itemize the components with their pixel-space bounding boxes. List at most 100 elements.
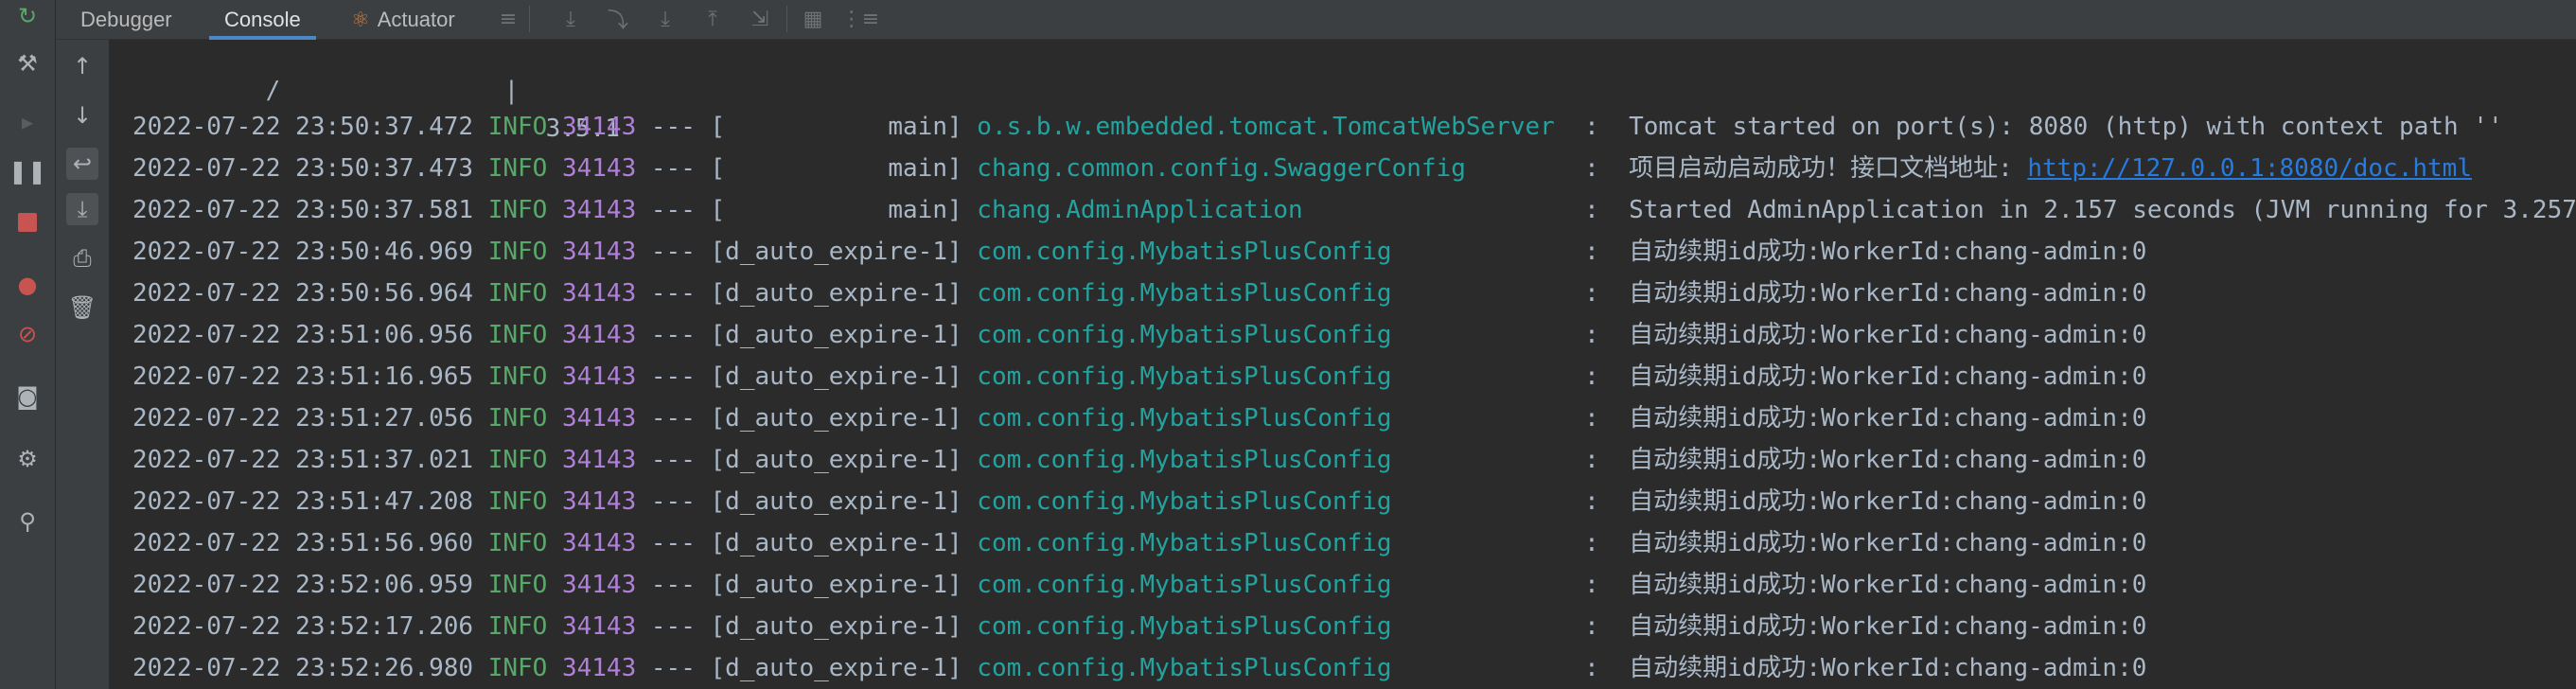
log-separator: ---: [650, 321, 696, 349]
log-separator: ---: [650, 279, 696, 308]
gear-icon[interactable]: ⚙: [13, 445, 42, 473]
log-pid: 34143: [561, 113, 637, 141]
scroll-down-icon[interactable]: ↓: [66, 99, 98, 132]
tab-debugger[interactable]: Debugger: [80, 0, 172, 39]
stop-icon[interactable]: [13, 208, 42, 237]
log-line: 2022-07-22 23:51:37.021 INFO 34143 --- […: [132, 439, 2146, 481]
log-message: 自动续期id成功:WorkerId:chang-admin:0: [1629, 279, 2147, 308]
tab-actuator-label: Actuator: [377, 7, 455, 31]
evaluate-expression-icon[interactable]: ▦: [798, 4, 828, 34]
log-separator: ---: [650, 612, 696, 641]
log-colon: :: [1584, 404, 1599, 433]
console-output[interactable]: / | 3.5.1 2022-07-22 23:50:37.472 INFO 3…: [110, 40, 2576, 689]
debug-tab-bar: Debugger Console ⚛ Actuator ≡ ⤓ ⤵ ⤓ ⤒ ⇲ …: [56, 0, 2576, 40]
log-timestamp: 2022-07-22 23:52:17.206: [132, 612, 474, 641]
log-colon: :: [1584, 362, 1599, 391]
log-message: 自动续期id成功:WorkerId:chang-admin:0: [1629, 654, 2147, 682]
log-colon: :: [1584, 571, 1599, 599]
log-logger: com.config.MybatisPlusConfig: [977, 446, 1570, 474]
rerun-icon[interactable]: ↻: [13, 2, 42, 30]
log-level: INFO: [487, 238, 548, 266]
log-timestamp: 2022-07-22 23:50:37.472: [132, 113, 474, 141]
log-thread: [d_auto_expire-1]: [710, 446, 962, 474]
log-colon: :: [1584, 446, 1599, 474]
log-logger: com.config.MybatisPlusConfig: [977, 487, 1570, 516]
trace-stream-icon[interactable]: ⋮≡: [841, 4, 879, 34]
soft-wrap-icon[interactable]: ↩: [66, 148, 98, 180]
log-level: INFO: [487, 196, 548, 224]
pin-icon[interactable]: ⚲: [13, 507, 42, 536]
layout-menu-icon[interactable]: ≡: [493, 4, 523, 34]
log-separator: ---: [650, 529, 696, 557]
log-logger: chang.common.config.SwaggerConfig: [977, 154, 1570, 183]
spring-version: 3.5.1: [486, 66, 620, 143]
log-colon: :: [1584, 113, 1599, 141]
wrench-icon[interactable]: ⚒: [13, 49, 42, 78]
log-level: INFO: [487, 279, 548, 308]
log-thread: [d_auto_expire-1]: [710, 529, 962, 557]
show-execution-point-icon[interactable]: ⤓: [556, 4, 586, 34]
log-thread: [d_auto_expire-1]: [710, 654, 962, 682]
log-logger: com.config.MybatisPlusConfig: [977, 362, 1570, 391]
log-level: INFO: [487, 113, 548, 141]
log-pid: 34143: [561, 487, 637, 516]
log-timestamp: 2022-07-22 23:51:56.960: [132, 529, 474, 557]
step-over-icon[interactable]: ⤵: [603, 4, 633, 34]
step-into-icon[interactable]: ⤓: [650, 4, 680, 34]
log-colon: :: [1584, 529, 1599, 557]
log-logger: com.config.MybatisPlusConfig: [977, 612, 1570, 641]
tab-debugger-label: Debugger: [80, 7, 172, 31]
log-separator: ---: [650, 154, 696, 183]
log-message: 自动续期id成功:WorkerId:chang-admin:0: [1629, 404, 2147, 433]
banner-fragment-left: /: [265, 77, 281, 105]
log-level: INFO: [487, 321, 548, 349]
run-to-cursor-icon[interactable]: ⇲: [745, 4, 775, 34]
log-level: INFO: [487, 154, 548, 183]
log-message: 自动续期id成功:WorkerId:chang-admin:0: [1629, 529, 2147, 557]
tab-actuator[interactable]: ⚛ Actuator: [351, 0, 455, 39]
log-thread: [ main]: [710, 196, 962, 224]
log-line: 2022-07-22 23:51:47.208 INFO 34143 --- […: [132, 481, 2146, 522]
doc-link[interactable]: http://127.0.0.1:8080/doc.html: [2027, 154, 2472, 183]
log-logger: o.s.b.w.embedded.tomcat.TomcatWebServer: [977, 113, 1570, 141]
log-message: 项目启动启动成功！接口文档地址:: [1629, 154, 2028, 183]
log-thread: [ main]: [710, 154, 962, 183]
log-timestamp: 2022-07-22 23:50:46.969: [132, 238, 474, 266]
resume-icon[interactable]: ▸: [13, 108, 42, 136]
log-logger: com.config.MybatisPlusConfig: [977, 321, 1570, 349]
log-timestamp: 2022-07-22 23:51:47.208: [132, 487, 474, 516]
log-separator: ---: [650, 446, 696, 474]
log-thread: [d_auto_expire-1]: [710, 321, 962, 349]
console-actions-bar: ↑ ↓ ↩ ⤓ ⎙ 🗑: [56, 40, 109, 689]
log-message: 自动续期id成功:WorkerId:chang-admin:0: [1629, 238, 2147, 266]
log-pid: 34143: [561, 154, 637, 183]
log-timestamp: 2022-07-22 23:50:56.964: [132, 279, 474, 308]
view-breakpoints-icon[interactable]: ●: [13, 271, 42, 299]
log-timestamp: 2022-07-22 23:52:06.959: [132, 571, 474, 599]
pause-icon[interactable]: ❚❚: [9, 157, 46, 186]
log-logger: com.config.MybatisPlusConfig: [977, 279, 1570, 308]
mute-breakpoints-icon[interactable]: ⊘: [13, 320, 42, 348]
tab-console-label: Console: [224, 7, 301, 31]
log-thread: [d_auto_expire-1]: [710, 362, 962, 391]
camera-icon[interactable]: ◙: [13, 382, 42, 411]
log-pid: 34143: [561, 404, 637, 433]
log-line: 2022-07-22 23:52:26.980 INFO 34143 --- […: [132, 647, 2146, 689]
log-separator: ---: [650, 238, 696, 266]
log-colon: :: [1584, 238, 1599, 266]
log-message: 自动续期id成功:WorkerId:chang-admin:0: [1629, 446, 2147, 474]
clear-all-icon[interactable]: 🗑: [66, 292, 98, 324]
log-colon: :: [1584, 196, 1599, 224]
log-pid: 34143: [561, 362, 637, 391]
log-logger: com.config.MybatisPlusConfig: [977, 571, 1570, 599]
log-message: Tomcat started on port(s): 8080 (http) w…: [1629, 113, 2503, 141]
log-colon: :: [1584, 487, 1599, 516]
step-out-icon[interactable]: ⤒: [697, 4, 728, 34]
log-timestamp: 2022-07-22 23:51:06.956: [132, 321, 474, 349]
print-icon[interactable]: ⎙: [66, 242, 98, 274]
log-level: INFO: [487, 654, 548, 682]
tab-console[interactable]: Console: [209, 0, 316, 40]
scroll-up-icon[interactable]: ↑: [66, 50, 98, 82]
scroll-to-end-icon[interactable]: ⤓: [66, 193, 98, 225]
log-level: INFO: [487, 571, 548, 599]
